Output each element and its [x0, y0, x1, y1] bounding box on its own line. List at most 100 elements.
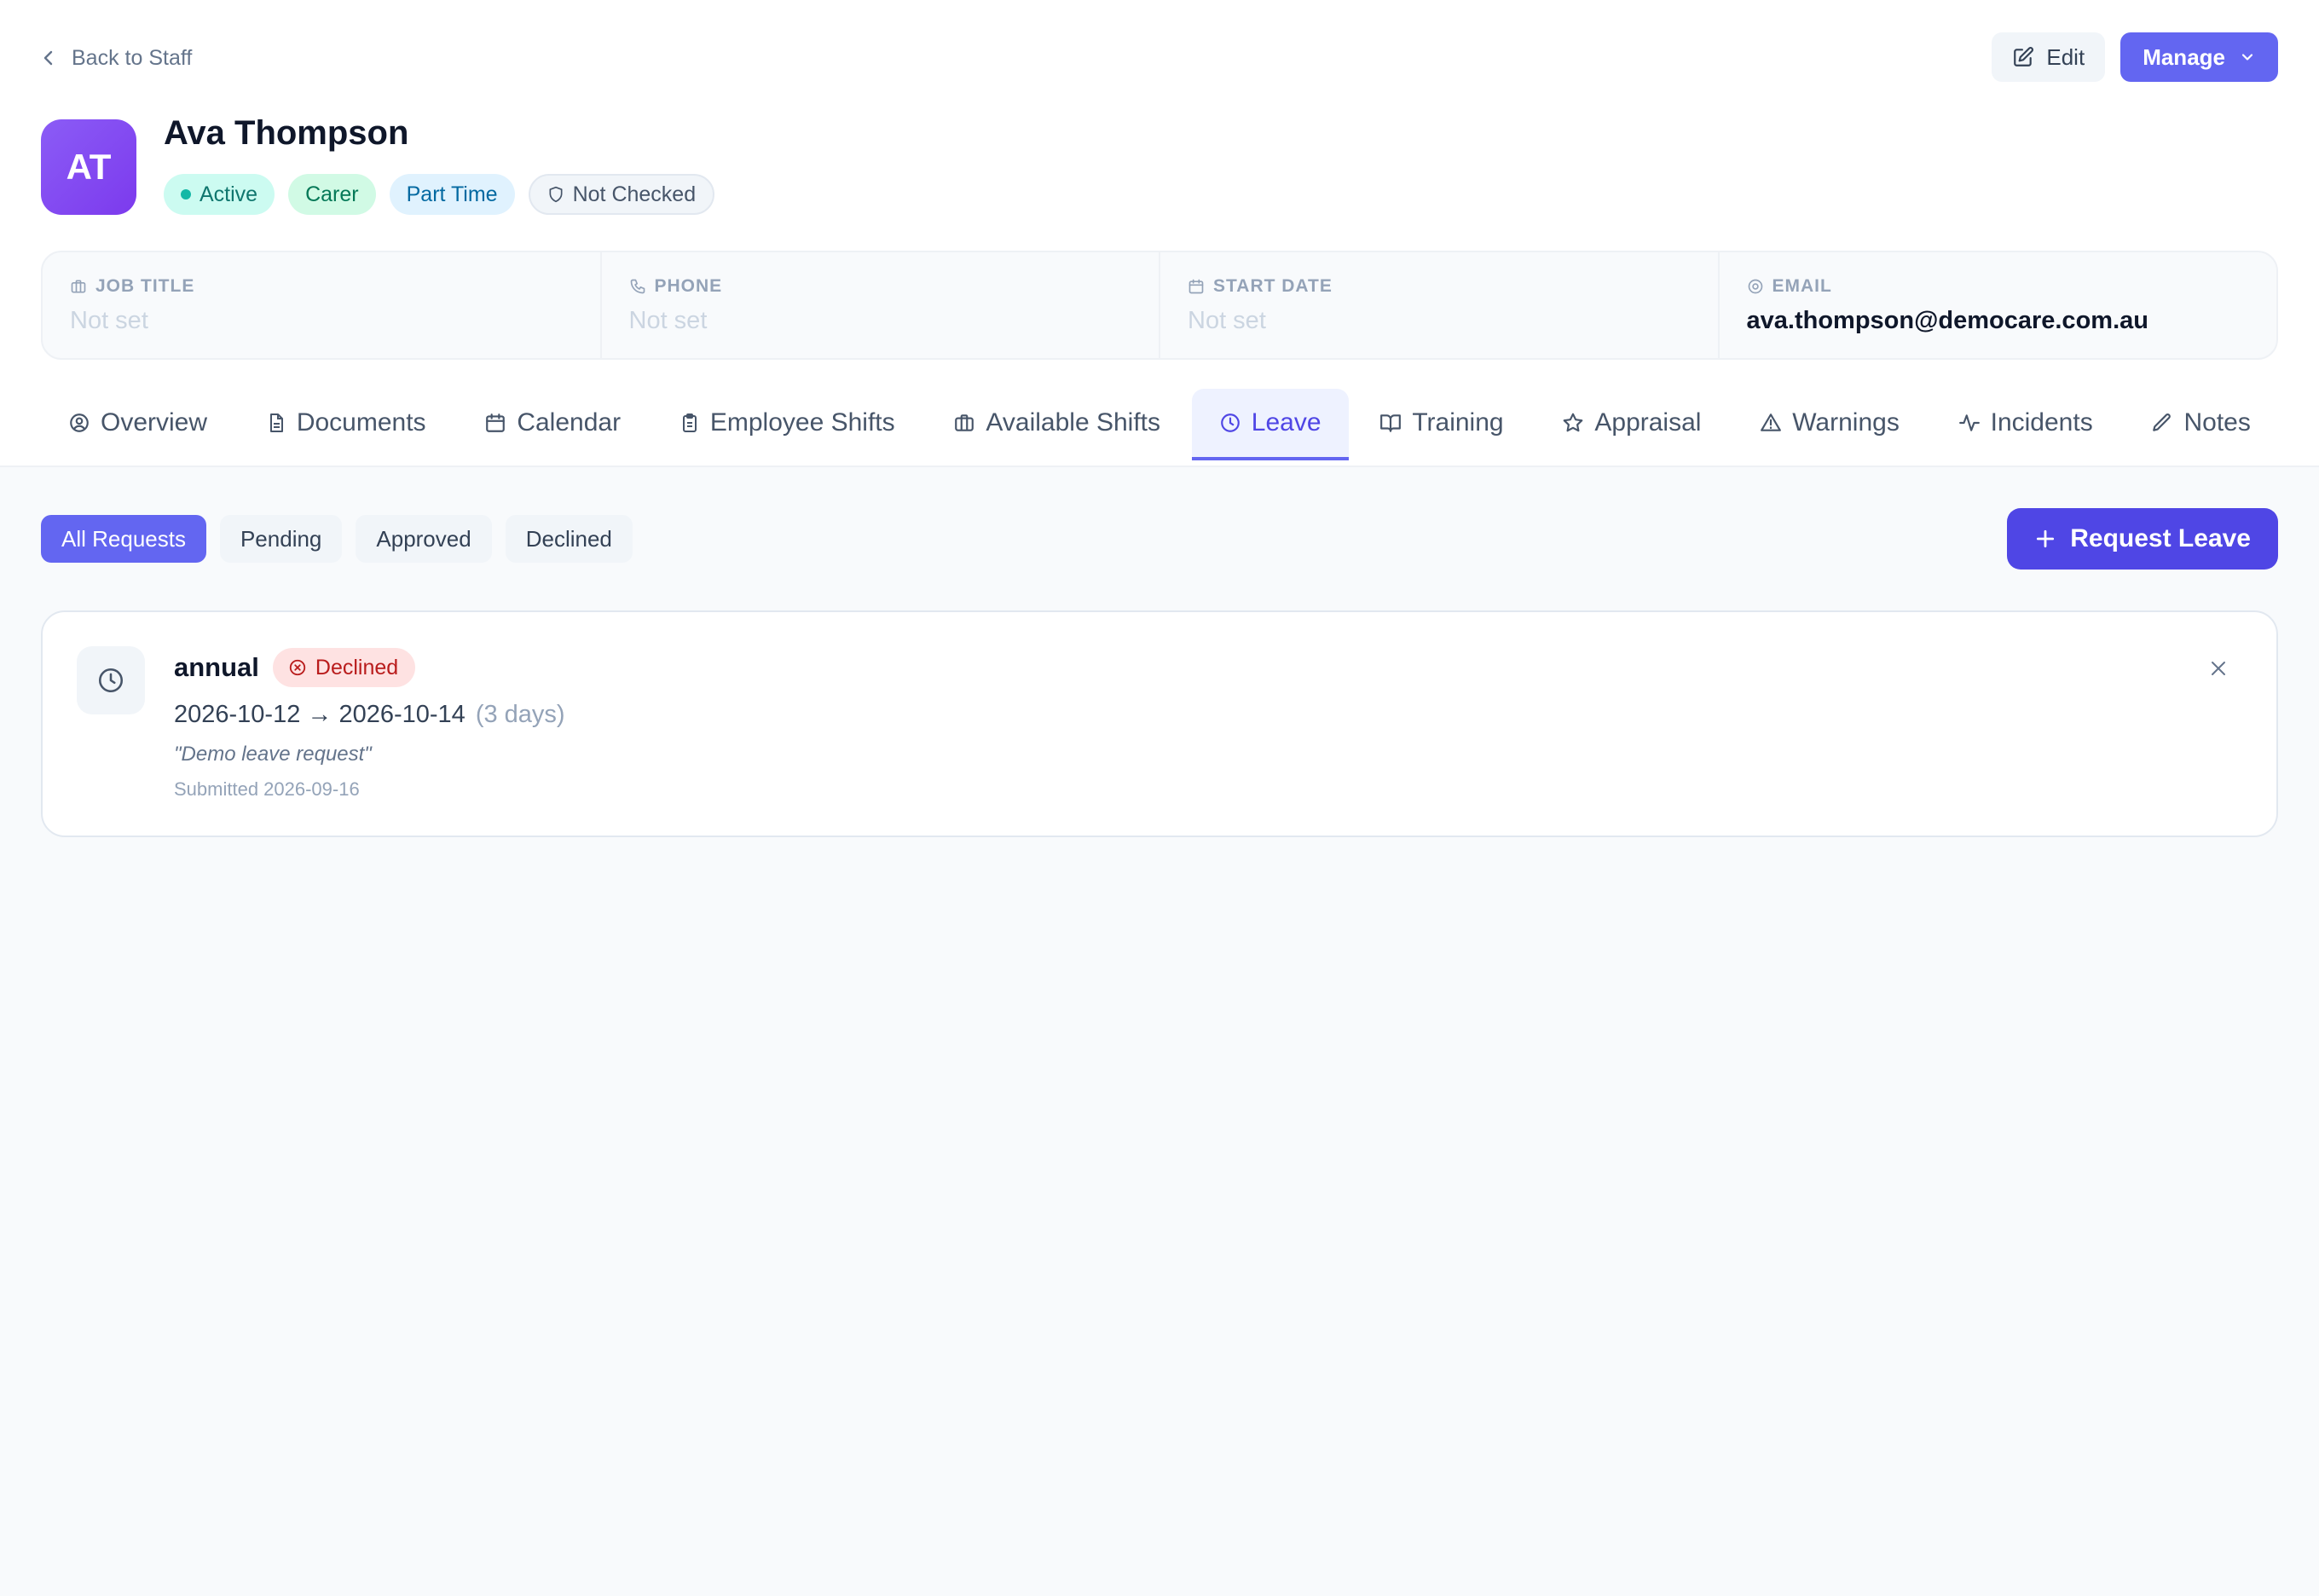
- leave-type: annual: [174, 652, 259, 682]
- filter-approved[interactable]: Approved: [356, 515, 492, 563]
- tab-overview-label: Overview: [101, 408, 208, 437]
- pencil-icon: [2151, 412, 2173, 434]
- status-badge-label: Declined: [315, 655, 399, 679]
- clipboard-icon: [680, 412, 700, 434]
- x-circle-icon: [288, 658, 307, 677]
- filter-declined[interactable]: Declined: [505, 515, 633, 563]
- email-label: EMAIL: [1772, 276, 1832, 296]
- briefcase-icon: [953, 412, 975, 434]
- tab-documents[interactable]: Documents: [239, 389, 454, 460]
- calendar-icon: [1188, 278, 1205, 295]
- job-title-cell: JOB TITLE Not set: [43, 252, 602, 358]
- job-title-label: JOB TITLE: [95, 276, 195, 296]
- filter-pending[interactable]: Pending: [219, 515, 343, 563]
- plus-icon: [2034, 528, 2056, 550]
- phone-value: Not set: [628, 307, 708, 334]
- tab-calendar[interactable]: Calendar: [457, 389, 648, 460]
- clock-icon: [96, 666, 125, 695]
- staff-info-bar: JOB TITLE Not set PHONE Not set START DA…: [41, 251, 2278, 360]
- briefcase-icon: [70, 278, 87, 295]
- request-leave-button[interactable]: Request Leave: [2007, 508, 2278, 570]
- delete-request-button[interactable]: [2208, 658, 2229, 679]
- tab-appraisal[interactable]: Appraisal: [1535, 389, 1728, 460]
- profile-badges: Active Carer Part Time Not Checked: [164, 174, 715, 215]
- edit-button[interactable]: Edit: [1992, 32, 2106, 82]
- tab-incidents[interactable]: Incidents: [1931, 389, 2120, 460]
- status-dot-icon: [181, 189, 191, 200]
- tab-notes-label: Notes: [2183, 408, 2251, 437]
- email-cell: EMAIL ava.thompson@democare.com.au: [1720, 252, 2277, 358]
- status-badge: Active: [164, 174, 275, 215]
- request-leave-label: Request Leave: [2070, 524, 2251, 552]
- tab-documents-label: Documents: [296, 408, 426, 437]
- calendar-icon: [484, 412, 506, 434]
- status-badge-label: Active: [200, 182, 258, 206]
- leave-request-head: annual Declined: [174, 648, 565, 687]
- leave-date-range-row: 2026-10-12 → 2026-10-14 (3 days): [174, 701, 565, 729]
- user-circle-icon: [68, 412, 90, 434]
- close-icon: [2208, 658, 2229, 679]
- start-date-cell: START DATE Not set: [1160, 252, 1720, 358]
- tab-leave[interactable]: Leave: [1191, 389, 1349, 460]
- start-date-label-row: START DATE: [1188, 276, 1691, 297]
- tab-warnings[interactable]: Warnings: [1732, 389, 1927, 460]
- leave-date-range: 2026-10-12 → 2026-10-14: [174, 701, 466, 728]
- tab-calendar-label: Calendar: [517, 408, 622, 437]
- start-date-value: Not set: [1188, 307, 1266, 334]
- tab-appraisal-label: Appraisal: [1594, 408, 1702, 437]
- leave-filters: All Requests Pending Approved Declined: [41, 515, 633, 563]
- filter-all-requests[interactable]: All Requests: [41, 515, 206, 563]
- star-icon: [1562, 412, 1584, 434]
- tab-incidents-label: Incidents: [1990, 408, 2093, 437]
- chevron-down-icon: [2239, 49, 2256, 66]
- leave-request-body: annual Declined 2026-10-12 → 2026-10-14 (…: [174, 648, 565, 801]
- tab-leave-label: Leave: [1251, 408, 1321, 437]
- job-title-value: Not set: [70, 307, 148, 334]
- top-actions: Edit Manage: [1992, 32, 2278, 82]
- avatar: AT: [41, 119, 136, 215]
- check-status-label: Not Checked: [572, 182, 697, 206]
- staff-name: Ava Thompson: [164, 114, 409, 152]
- tab-available-shifts[interactable]: Available Shifts: [926, 389, 1188, 460]
- phone-label: PHONE: [654, 276, 723, 296]
- phone-cell: PHONE Not set: [602, 252, 1160, 358]
- tab-notes[interactable]: Notes: [2124, 389, 2277, 460]
- shield-icon: [547, 185, 564, 204]
- back-to-staff-link[interactable]: Back to Staff: [41, 41, 192, 75]
- tab-training-label: Training: [1412, 408, 1504, 437]
- manage-button[interactable]: Manage: [2120, 32, 2278, 82]
- phone-label-row: PHONE: [629, 276, 1132, 297]
- email-label-row: EMAIL: [1747, 276, 2250, 297]
- chevron-left-icon: [41, 48, 56, 68]
- activity-icon: [1958, 412, 1981, 434]
- book-open-icon: [1379, 412, 1402, 434]
- start-date-label: START DATE: [1213, 276, 1333, 296]
- document-icon: [266, 412, 286, 434]
- tab-training[interactable]: Training: [1352, 389, 1530, 460]
- warning-triangle-icon: [1760, 412, 1782, 434]
- email-value[interactable]: ava.thompson@democare.com.au: [1747, 307, 2250, 335]
- tab-employee-shifts[interactable]: Employee Shifts: [652, 389, 922, 460]
- leave-reason: "Demo leave request": [174, 743, 372, 766]
- profile-tabs: Overview Documents Calendar Employee Shi…: [41, 389, 2278, 460]
- role-badge: Carer: [288, 174, 376, 215]
- clock-icon: [1219, 412, 1241, 434]
- back-link-label: Back to Staff: [72, 45, 193, 70]
- at-sign-icon: [1747, 278, 1764, 295]
- check-status-badge: Not Checked: [528, 174, 715, 215]
- manage-button-label: Manage: [2143, 43, 2225, 70]
- edit-icon: [2012, 46, 2034, 68]
- job-title-label-row: JOB TITLE: [70, 276, 573, 297]
- edit-button-label: Edit: [2046, 43, 2085, 70]
- tab-warnings-label: Warnings: [1792, 408, 1900, 437]
- tab-employee-shifts-label: Employee Shifts: [709, 408, 895, 437]
- tab-available-shifts-label: Available Shifts: [986, 408, 1160, 437]
- leave-clock-tile: [77, 646, 145, 714]
- leave-submitted-date: Submitted 2026-09-16: [174, 778, 360, 800]
- leave-duration: (3 days): [475, 701, 565, 728]
- employment-badge: Part Time: [389, 174, 515, 215]
- leave-request-card: annual Declined 2026-10-12 → 2026-10-14 (…: [41, 610, 2278, 837]
- declined-status-badge: Declined: [272, 648, 416, 687]
- tab-overview[interactable]: Overview: [41, 389, 234, 460]
- profile-header: Back to Staff Edit Manage AT Ava Thompso…: [0, 0, 2319, 467]
